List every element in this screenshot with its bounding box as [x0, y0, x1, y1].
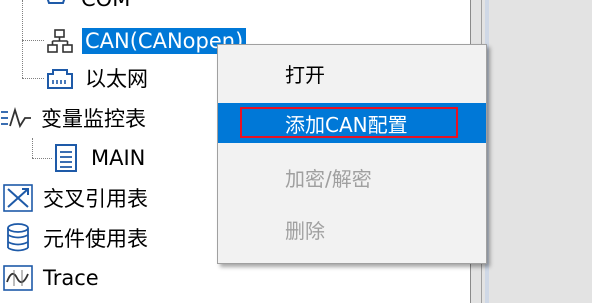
- cross-reference-icon: [2, 183, 34, 213]
- tree-item-cross-reference[interactable]: 交叉引用表: [2, 179, 151, 217]
- menu-item-add-can-config[interactable]: 添加CAN配置: [218, 103, 486, 143]
- tree-item-variable-monitor[interactable]: 变量监控表: [0, 99, 149, 137]
- tree-item-trace[interactable]: Trace: [2, 259, 102, 297]
- menu-item-open[interactable]: 打开: [218, 53, 486, 93]
- menu-item-label: 删除: [285, 218, 325, 243]
- tree-item-label: 变量监控表: [41, 107, 146, 131]
- tree-item-label: Trace: [43, 266, 99, 290]
- tree-item-label: COM: [78, 0, 133, 12]
- tree-item-component-usage[interactable]: 元件使用表: [2, 219, 151, 257]
- tree-item-label: 以太网: [85, 67, 148, 91]
- document-list-icon: [50, 143, 82, 173]
- network-tree-icon: [44, 26, 76, 56]
- menu-item-delete[interactable]: 删除: [218, 209, 486, 249]
- tree-item-ethernet[interactable]: 以太网: [44, 59, 151, 97]
- database-icon: [2, 223, 34, 253]
- tree-item-com[interactable]: COM: [40, 0, 133, 18]
- tree-connector: [32, 158, 52, 159]
- tree-item-label: MAIN: [91, 146, 146, 170]
- tree-connector: [22, 78, 44, 79]
- tree-item-can[interactable]: CAN(CANopen): [44, 22, 247, 60]
- tree-connector: [22, 0, 23, 10]
- menu-item-label: 打开: [285, 62, 325, 87]
- com-port-icon: [40, 0, 72, 14]
- context-menu: 打开 添加CAN配置 加密/解密 删除: [217, 44, 487, 264]
- tree-item-main[interactable]: MAIN: [50, 139, 148, 177]
- tree-connector: [32, 138, 33, 158]
- tree-connector: [22, 0, 23, 78]
- monitor-wave-icon: [0, 103, 32, 133]
- trace-wave-icon: [2, 263, 34, 293]
- tree-item-label: 交叉引用表: [43, 187, 148, 211]
- ethernet-port-icon: [44, 63, 76, 93]
- tree-connector: [22, 40, 44, 41]
- tree-item-label: 元件使用表: [43, 227, 148, 251]
- menu-item-encrypt-decrypt[interactable]: 加密/解密: [218, 157, 486, 197]
- annotation-box: [240, 107, 458, 138]
- menu-item-label: 加密/解密: [285, 166, 372, 191]
- editor-pane-edge: [470, 0, 592, 303]
